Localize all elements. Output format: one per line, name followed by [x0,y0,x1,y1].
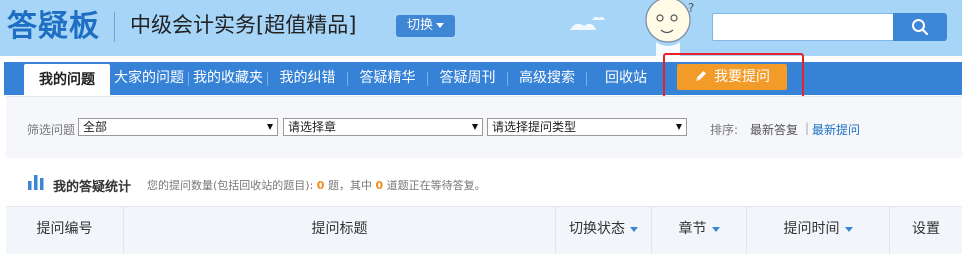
tab-corrections[interactable]: 我的纠错 [268,62,347,95]
column-label: 章节 [678,221,707,237]
question-type-select-value: 请选择提问类型 [492,120,577,134]
tab-essence[interactable]: 答疑精华 [348,62,427,95]
tab-weekly[interactable]: 答疑周刊 [428,62,507,95]
column-switch-status[interactable]: 切换状态 [556,207,652,254]
caret-down-icon [676,124,682,130]
column-label: 切换状态 [569,221,625,237]
column-chapter[interactable]: 章节 [652,207,747,254]
main-nav: 我的问题 大家的问题 我的收藏夹 我的纠错 答疑精华 答疑周刊 高级搜索 回收站… [0,56,962,97]
stats-text-part: 题，其中 [327,179,372,192]
stats-text-part: 道题正在等待答复。 [386,179,486,192]
tab-favorites[interactable]: 我的收藏夹 [189,62,267,95]
column-label: 提问编号 [36,221,93,237]
caret-down-icon [844,226,853,232]
svg-text:?: ? [688,1,694,15]
caret-down-icon [436,23,444,28]
logo[interactable]: 答疑板 [7,6,100,48]
sort-label: 排序: [710,123,739,137]
bar-chart-icon [28,175,44,190]
header: 答疑板 中级会计实务[超值精品] 切换 ? [0,0,962,56]
caret-down-icon [267,124,273,130]
stats-section: 我的答疑统计 您的提问数量(包括回收站的题目): 0 题，其中 0 道题正在等待… [6,158,962,206]
chapter-select[interactable]: 请选择章 [283,118,483,136]
sort-latest-question[interactable]: 最新提问 [812,121,860,138]
column-question-time[interactable]: 提问时间 [747,207,890,254]
logo-divider [114,12,115,42]
column-label: 提问时间 [783,221,840,237]
caret-down-icon [711,226,720,232]
caret-down-icon [472,124,478,130]
status-select[interactable]: 全部 [78,118,278,136]
sort-latest-answer[interactable]: 最新答复 [750,121,798,138]
table-header: 提问编号 提问标题 切换状态 章节 提问时间 设置 [6,206,962,254]
filter-bar: 筛选问题 全部 请选择章 请选择提问类型 排序: 最新答复 | 最新提问 [6,96,962,158]
column-question-id: 提问编号 [6,207,124,254]
stats-summary: 您的提问数量(包括回收站的题目): 0 题，其中 0 道题正在等待答复。 [147,177,486,193]
pending-question-count: 0 [375,179,384,192]
switch-button-label: 切换 [406,18,433,33]
cartoon-decoration-icon: ? [570,0,694,56]
caret-down-icon [630,226,638,232]
stats-text-part: 您的提问数量(包括回收站的题目): [147,179,314,192]
filter-label: 筛选问题 [27,123,76,137]
course-title: 中级会计实务[超值精品] [130,13,357,37]
column-label: 提问标题 [311,221,368,237]
question-type-select[interactable]: 请选择提问类型 [487,118,687,136]
column-settings: 设置 [890,207,962,254]
search-button[interactable] [893,13,947,41]
nav-bar: 我的问题 大家的问题 我的收藏夹 我的纠错 答疑精华 答疑周刊 高级搜索 回收站 [4,62,962,97]
search-input[interactable] [712,13,893,41]
switch-course-button[interactable]: 切换 [396,15,455,37]
tab-all-questions[interactable]: 大家的问题 [110,62,188,95]
status-select-value: 全部 [83,120,108,134]
tab-advanced-search[interactable]: 高级搜索 [508,62,586,95]
column-label: 设置 [912,221,940,237]
total-question-count: 0 [316,179,325,192]
sort-divider: | [805,121,810,135]
tab-recycle-bin[interactable]: 回收站 [587,62,665,95]
chapter-select-value: 请选择章 [288,120,337,134]
column-question-title: 提问标题 [124,207,556,254]
search-icon [912,19,929,36]
tab-my-questions[interactable]: 我的问题 [24,64,110,97]
stats-title: 我的答疑统计 [53,180,132,195]
